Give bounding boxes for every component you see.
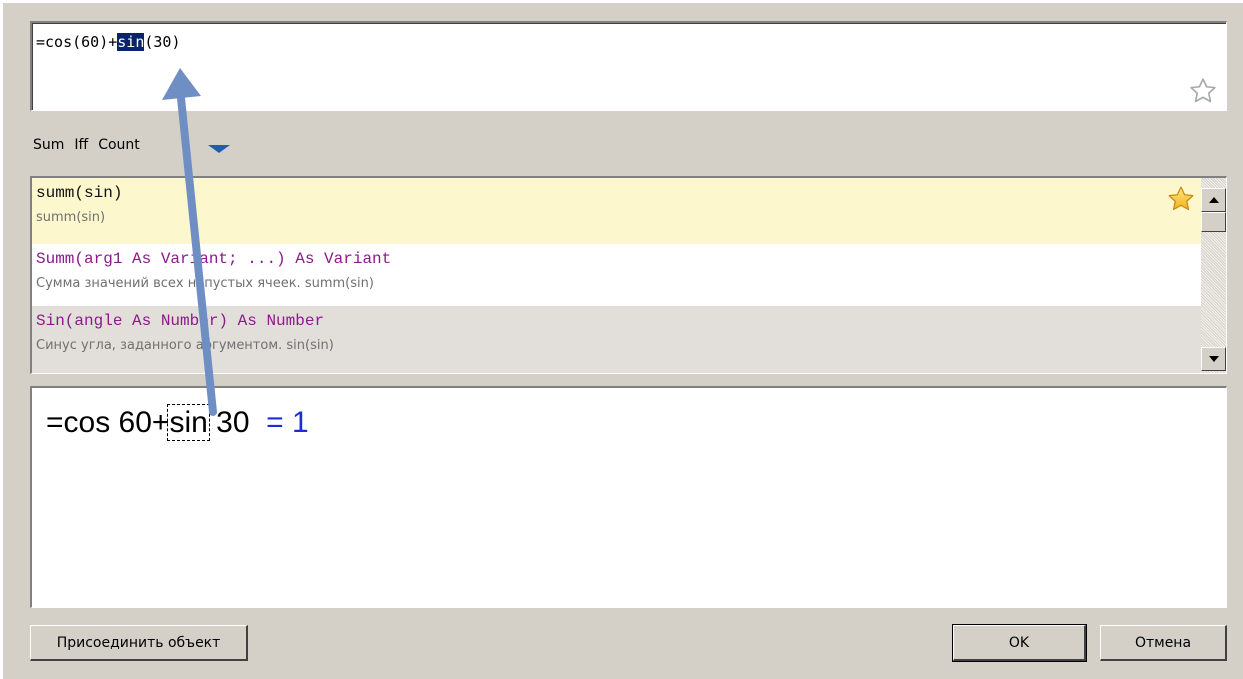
vertical-scrollbar[interactable] — [1201, 178, 1226, 373]
suggestion-item[interactable]: Summ(arg1 As Variant; ...) As Variant Су… — [32, 244, 1202, 306]
formula-prefix: =cos(60)+ — [36, 33, 118, 51]
preview-suffix: 30 — [207, 406, 267, 439]
dropdown-arrow-icon[interactable] — [208, 145, 230, 153]
formula-suffix: (30) — [144, 33, 181, 51]
preview-focused-token[interactable]: sin — [167, 404, 210, 441]
formula-preview: =cos 60+sin 30 = 1 — [30, 386, 1227, 608]
suggestion-description: Синус угла, заданного аргументом. sin(si… — [36, 338, 334, 353]
scroll-up-button[interactable] — [1201, 188, 1226, 212]
suggestion-signature: summ(sin) — [36, 184, 123, 202]
cancel-button[interactable]: Отмена — [1100, 625, 1227, 661]
attach-object-button[interactable]: Присоединить объект — [30, 625, 248, 661]
formula-input[interactable]: =cos(60)+sin(30) — [30, 21, 1227, 111]
arrow-up-icon — [1209, 197, 1219, 203]
preview-prefix: =cos 60+ — [46, 406, 170, 439]
suggestion-item[interactable]: Sin(angle As Number) As Number Синус угл… — [32, 306, 1202, 373]
suggestion-signature: Sin(angle As Number) As Number — [36, 312, 325, 330]
preview-result: = 1 — [266, 406, 309, 439]
preview-expression: =cos 60+sin 30 = 1 — [46, 404, 309, 441]
quick-function-count[interactable]: Count — [98, 137, 140, 153]
ok-label: OK — [1008, 634, 1030, 651]
arrow-down-icon — [1209, 356, 1219, 362]
quick-function-iff[interactable]: Iff — [74, 137, 88, 153]
suggestion-description: Сумма значений всех непустых ячеек. summ… — [36, 276, 374, 291]
suggestion-item[interactable]: summ(sin) summ(sin) — [32, 178, 1202, 244]
quick-functions-bar: Sum Iff Count — [33, 135, 140, 155]
suggestion-signature: Summ(arg1 As Variant; ...) As Variant — [36, 250, 392, 268]
formula-text[interactable]: =cos(60)+sin(30) — [36, 33, 181, 51]
star-outline-icon[interactable] — [1188, 76, 1218, 106]
quick-function-sum[interactable]: Sum — [33, 137, 64, 153]
suggestion-description: summ(sin) — [36, 210, 106, 225]
attach-object-label: Присоединить объект — [56, 634, 221, 651]
suggestion-list[interactable]: summ(sin) summ(sin) Summ(arg1 As Variant… — [30, 176, 1227, 374]
star-filled-icon[interactable] — [1166, 184, 1196, 214]
scroll-down-button[interactable] — [1201, 347, 1226, 371]
formula-dialog: =cos(60)+sin(30) Sum Iff Count summ(sin)… — [0, 0, 1243, 679]
ok-button[interactable]: OK — [952, 624, 1087, 662]
cancel-label: Отмена — [1134, 634, 1192, 651]
formula-selection: sin — [117, 33, 145, 51]
scroll-thumb[interactable] — [1201, 212, 1226, 232]
